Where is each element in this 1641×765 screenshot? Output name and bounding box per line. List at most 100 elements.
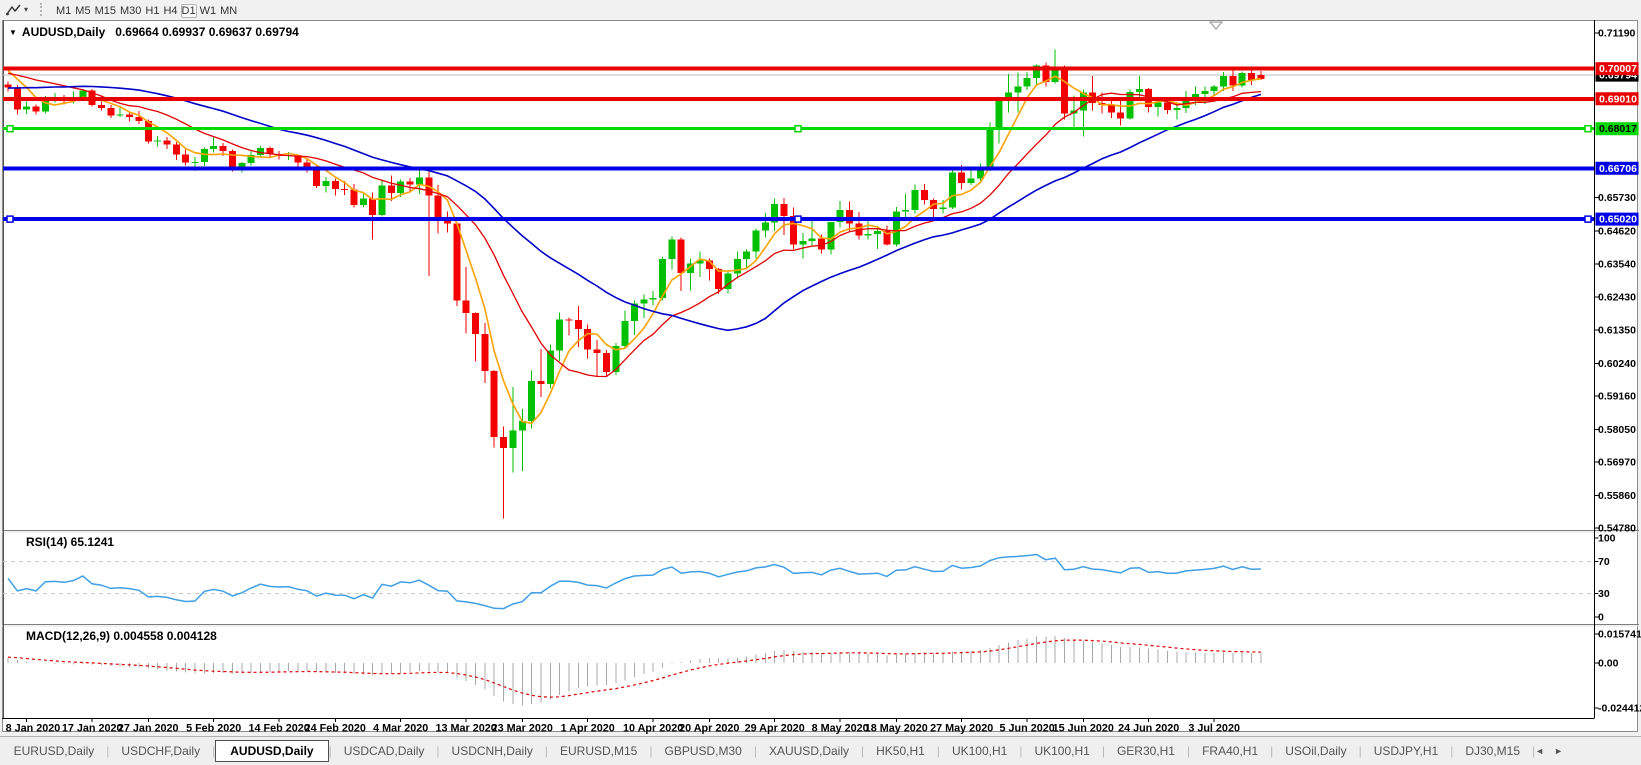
candle-body (584, 329, 591, 350)
chart-tab-audusd-daily[interactable]: AUDUSD,Daily (215, 740, 328, 762)
chart-tab-dj30-m15[interactable]: DJ30,M15 (1453, 741, 1532, 761)
macd-tick-label: -0.024412 (1598, 702, 1641, 714)
candle-body (537, 381, 544, 384)
chart-tab-hk50-h1[interactable]: HK50,H1 (864, 741, 937, 761)
date-tick-label: 8 May 2020 (812, 723, 869, 735)
candle-body (1220, 76, 1227, 87)
date-tick-label: 10 Apr 2020 (623, 723, 683, 735)
chart-tab-usdcnh-daily[interactable]: USDCNH,Daily (440, 741, 545, 761)
candle-body (911, 190, 918, 210)
candle-body (369, 199, 376, 215)
candle-body (154, 141, 161, 142)
hline-handle[interactable] (1585, 126, 1591, 132)
tab-scroll-right-icon[interactable]: ► (1554, 746, 1563, 756)
chart-tab-eurusd-daily[interactable]: EURUSD,Daily (2, 741, 107, 761)
hline-price-label: 0.69010 (1599, 93, 1637, 105)
hline-handle[interactable] (1585, 216, 1591, 222)
candle-body (435, 195, 442, 219)
chart-tab-usdcad-daily[interactable]: USDCAD,Daily (332, 741, 437, 761)
hline-handle[interactable] (7, 216, 13, 222)
chart-tab-usoil-daily[interactable]: USOil,Daily (1273, 741, 1358, 761)
ma-line-sma30 (8, 86, 1261, 330)
candle-body (1136, 89, 1143, 92)
candle-body (173, 144, 180, 154)
hline-handle[interactable] (795, 216, 801, 222)
candle-body (762, 223, 769, 231)
price-tick-label: 0.64620 (1598, 226, 1636, 238)
candle-body (463, 301, 470, 314)
chart-tab-xauusd-daily[interactable]: XAUUSD,Daily (757, 741, 861, 761)
rsi-tick-label: 100 (1598, 533, 1616, 545)
chart-tab-usdchf-daily[interactable]: USDCHF,Daily (109, 741, 212, 761)
date-tick-label: 1 Apr 2020 (561, 723, 615, 735)
date-tick-label: 20 Apr 2020 (679, 723, 739, 735)
date-tick-label: 5 Feb 2020 (186, 723, 241, 735)
candle-body (1211, 87, 1218, 91)
candle-body (650, 298, 657, 300)
candle-body (678, 239, 685, 273)
tab-scroll-left-icon[interactable]: ◄ (1535, 746, 1544, 756)
hline-handle[interactable] (7, 126, 13, 132)
candle-body (753, 230, 760, 251)
chart-shift-marker[interactable] (1210, 22, 1222, 29)
candle-body (594, 349, 601, 353)
candle-body (968, 179, 975, 184)
candle-body (566, 319, 573, 320)
candle-body (5, 84, 12, 87)
candle-body (379, 186, 386, 215)
candle-body (781, 204, 788, 216)
date-tick-label: 29 Apr 2020 (745, 723, 805, 735)
date-tick-label: 24 Feb 2020 (305, 723, 366, 735)
candle-body (201, 149, 208, 162)
hline-handle[interactable] (795, 126, 801, 132)
candle-body (341, 189, 348, 190)
candle-body (126, 115, 133, 117)
price-tick-label: 0.71190 (1598, 28, 1636, 40)
macd-tick-label: 0.015741 (1598, 629, 1641, 641)
candle-body (304, 162, 311, 167)
chart-tab-uk100-h1[interactable]: UK100,H1 (1022, 741, 1101, 761)
date-tick-label: 8 Jan 2020 (6, 723, 61, 735)
candle-body (734, 259, 741, 273)
chart-tabs-bar: EURUSD,Daily|USDCHF,Daily|AUDUSD,Daily|U… (0, 736, 1641, 765)
candle-body (809, 239, 816, 241)
price-tick-label: 0.58050 (1598, 424, 1636, 436)
chart-tab-gbpusd-m30[interactable]: GBPUSD,M30 (652, 741, 753, 761)
chart-tab-usdjpy-h1[interactable]: USDJPY,H1 (1362, 741, 1450, 761)
candle-body (902, 210, 909, 212)
price-tick-label: 0.65730 (1598, 192, 1636, 204)
candle-body (332, 181, 339, 189)
candle-body (743, 251, 750, 259)
candle-body (117, 115, 124, 116)
date-tick-label: 27 May 2020 (930, 723, 993, 735)
candle-body (528, 381, 535, 421)
candle-body (893, 212, 900, 245)
candle-body (472, 313, 479, 334)
candle-body (322, 181, 329, 186)
date-tick-label: 3 Jul 2020 (1188, 723, 1240, 735)
candle-body (715, 269, 722, 289)
candle-body (481, 334, 488, 371)
candle-body (1108, 105, 1115, 113)
rsi-tick-label: 70 (1598, 556, 1610, 568)
date-tick-label: 13 Mar 2020 (436, 723, 497, 735)
chart-canvas[interactable]: 0.711900.657300.646200.635400.624300.613… (0, 0, 1641, 764)
candle-body (958, 173, 965, 184)
candle-body (940, 207, 947, 209)
ma-line-sma5 (8, 71, 1261, 424)
rsi-tick-label: 30 (1598, 588, 1610, 600)
chart-tab-ger30-h1[interactable]: GER30,H1 (1105, 741, 1187, 761)
candle-body (350, 190, 357, 205)
chart-tab-eurusd-m15[interactable]: EURUSD,M15 (548, 741, 649, 761)
chart-tab-fra40-h1[interactable]: FRA40,H1 (1190, 741, 1270, 761)
candle-body (556, 319, 563, 350)
candle-body (192, 162, 199, 163)
chart-menu-icon[interactable]: ▼ (9, 28, 17, 37)
rsi-tick-label: 0 (1598, 612, 1604, 624)
date-tick-label: 14 Feb 2020 (249, 723, 310, 735)
candle-body (1173, 108, 1180, 110)
candle-body (229, 151, 236, 168)
chart-symbol-period: AUDUSD,Daily (22, 25, 105, 39)
chart-tab-uk100-h1[interactable]: UK100,H1 (940, 741, 1019, 761)
date-tick-label: 24 Jun 2020 (1118, 723, 1179, 735)
